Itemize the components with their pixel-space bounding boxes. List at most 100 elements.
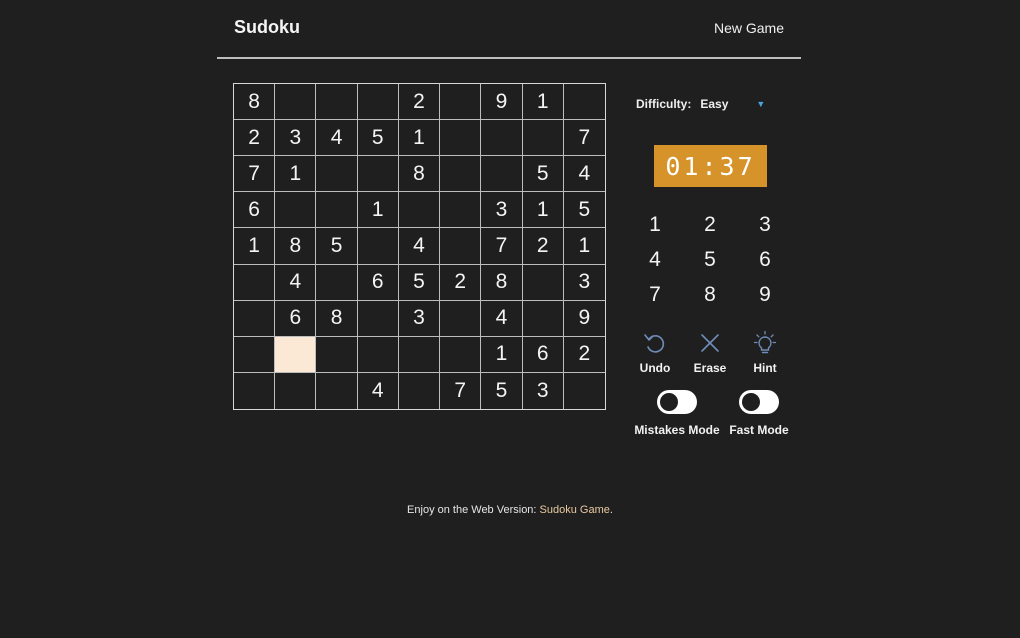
grid-cell[interactable]: [357, 84, 399, 121]
grid-cell[interactable]: [440, 192, 482, 229]
grid-cell[interactable]: [357, 300, 399, 337]
grid-cell[interactable]: [316, 192, 358, 229]
grid-cell[interactable]: 5: [563, 192, 605, 229]
grid-cell[interactable]: 3: [398, 300, 441, 337]
grid-cell[interactable]: 6: [522, 336, 564, 373]
grid-cell[interactable]: 3: [275, 120, 317, 157]
grid-cell[interactable]: [275, 84, 317, 121]
grid-cell[interactable]: 3: [481, 192, 523, 229]
grid-cell[interactable]: 9: [481, 84, 523, 121]
grid-cell[interactable]: [316, 84, 358, 121]
grid-cell[interactable]: 5: [357, 120, 399, 157]
grid-cell[interactable]: [564, 373, 605, 409]
grid-cell[interactable]: 5: [522, 156, 564, 193]
erase-button[interactable]: Erase: [680, 330, 740, 375]
grid-cell[interactable]: [357, 336, 399, 373]
grid-cell[interactable]: 7: [440, 372, 482, 409]
grid-cell[interactable]: 3: [563, 265, 605, 301]
grid-cell[interactable]: 8: [316, 300, 358, 337]
grid-cell[interactable]: 1: [275, 156, 317, 193]
grid-cell[interactable]: [440, 228, 482, 265]
grid-cell[interactable]: 5: [316, 228, 358, 265]
mistakes-mode-toggle[interactable]: [657, 390, 697, 414]
numpad-5[interactable]: 5: [695, 245, 725, 275]
grid-cell[interactable]: [440, 84, 482, 121]
grid-cell[interactable]: 4: [275, 264, 317, 301]
grid-cell[interactable]: [440, 300, 482, 337]
grid-cell[interactable]: 4: [316, 120, 358, 157]
grid-cell[interactable]: 6: [234, 192, 276, 229]
grid-cell[interactable]: [316, 372, 358, 409]
grid-cell[interactable]: 7: [563, 120, 605, 157]
fast-mode-toggle[interactable]: [739, 390, 779, 414]
selected-cell[interactable]: [275, 336, 317, 373]
grid-cell[interactable]: [440, 120, 482, 157]
grid-cell[interactable]: [522, 120, 564, 157]
numpad-2[interactable]: 2: [695, 210, 725, 240]
grid-cell[interactable]: [522, 264, 564, 301]
grid-cell[interactable]: [481, 120, 523, 157]
grid-cell[interactable]: 1: [522, 192, 564, 229]
grid-cell[interactable]: [234, 372, 276, 409]
grid-cell[interactable]: 2: [522, 228, 564, 265]
grid-cell[interactable]: 8: [398, 156, 441, 193]
undo-button[interactable]: Undo: [625, 330, 685, 375]
grid-cell[interactable]: 8: [234, 84, 276, 121]
grid-cell[interactable]: 7: [234, 156, 276, 193]
grid-cell[interactable]: [522, 300, 564, 337]
grid-cell[interactable]: 5: [481, 372, 523, 409]
grid-cell[interactable]: 8: [275, 228, 317, 265]
numpad-4[interactable]: 4: [640, 245, 670, 275]
grid-cell[interactable]: [563, 84, 605, 121]
grid-cell[interactable]: 6: [357, 264, 399, 301]
grid-cell[interactable]: [440, 336, 482, 373]
grid-cell[interactable]: [234, 336, 276, 373]
grid-cell[interactable]: [357, 156, 399, 193]
grid-cell[interactable]: [275, 192, 317, 229]
grid-cell[interactable]: [234, 264, 276, 301]
grid-cell[interactable]: [275, 372, 317, 409]
grid-cell[interactable]: [316, 156, 358, 193]
grid-cell[interactable]: [398, 192, 441, 229]
grid-cell[interactable]: 1: [357, 192, 399, 229]
hint-button[interactable]: Hint: [735, 330, 795, 375]
web-version-link[interactable]: Sudoku Game: [540, 504, 610, 516]
grid-cell[interactable]: [440, 156, 482, 193]
grid-cell[interactable]: 2: [563, 337, 605, 373]
grid-cell[interactable]: 1: [563, 228, 605, 265]
numpad-3[interactable]: 3: [750, 210, 780, 240]
grid-cell[interactable]: 3: [523, 372, 564, 409]
grid-cell[interactable]: 1: [522, 84, 564, 121]
grid-cell[interactable]: 8: [481, 264, 523, 301]
grid-cell[interactable]: 4: [398, 228, 441, 265]
numpad-8[interactable]: 8: [695, 280, 725, 310]
numpad-9[interactable]: 9: [750, 280, 780, 310]
difficulty-selector[interactable]: Difficulty: Easy ▼: [636, 97, 765, 111]
grid-cell[interactable]: 5: [398, 264, 441, 301]
grid-cell[interactable]: 6: [275, 300, 317, 337]
caret-down-icon[interactable]: ▼: [756, 99, 765, 109]
grid-cell[interactable]: 2: [398, 84, 441, 121]
grid-cell[interactable]: 4: [358, 372, 399, 409]
difficulty-value[interactable]: Easy: [700, 97, 754, 111]
grid-cell[interactable]: 9: [563, 301, 605, 337]
grid-cell[interactable]: 1: [481, 336, 523, 373]
grid-cell[interactable]: 7: [481, 228, 523, 265]
grid-cell[interactable]: 2: [440, 264, 482, 301]
grid-cell[interactable]: [316, 336, 358, 373]
numpad-6[interactable]: 6: [750, 245, 780, 275]
new-game-button[interactable]: New Game: [714, 20, 784, 36]
grid-cell[interactable]: [398, 336, 441, 373]
grid-cell[interactable]: 4: [481, 300, 523, 337]
grid-cell[interactable]: [357, 228, 399, 265]
numpad-1[interactable]: 1: [640, 210, 670, 240]
grid-cell[interactable]: 1: [398, 120, 441, 157]
grid-cell[interactable]: [234, 300, 276, 337]
grid-cell[interactable]: [481, 156, 523, 193]
numpad-7[interactable]: 7: [640, 280, 670, 310]
grid-cell[interactable]: 1: [234, 228, 276, 265]
grid-cell[interactable]: 2: [234, 120, 276, 157]
grid-cell[interactable]: 4: [563, 156, 605, 193]
grid-cell[interactable]: [316, 264, 358, 301]
grid-cell[interactable]: [399, 372, 441, 409]
